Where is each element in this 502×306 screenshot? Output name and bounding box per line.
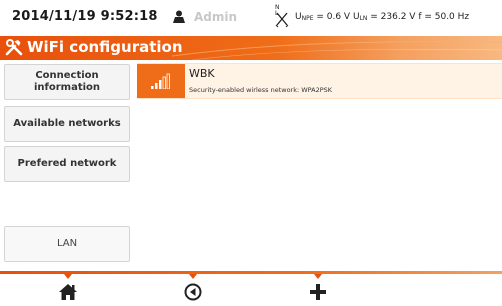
- menu-connection-information[interactable]: Connection information: [4, 64, 130, 100]
- menu-label: Connection information: [33, 70, 101, 93]
- menu-label: Prefered network: [17, 158, 117, 169]
- menu-lan[interactable]: LAN: [4, 226, 130, 262]
- page-title: WiFi configuration: [27, 38, 183, 56]
- footer-divider: [0, 271, 502, 274]
- wifi-signal-icon: [151, 73, 170, 89]
- user-name: Admin: [194, 10, 238, 24]
- menu-label: Available networks: [13, 118, 121, 129]
- back-icon: [184, 283, 202, 301]
- pointer-marker: [189, 274, 197, 279]
- add-icon: [310, 284, 326, 300]
- status-bar: 2014/11/19 9:52:18 Admin N L UNPE = 0.6 …: [0, 0, 502, 36]
- measurement-readout: UNPE = 0.6 V ULN = 236.2 V f = 50.0 Hz: [295, 12, 470, 22]
- nl-connection-icon: N L: [275, 5, 289, 29]
- signal-box: [137, 64, 185, 98]
- menu-prefered-network[interactable]: Prefered network: [4, 146, 130, 182]
- home-icon: [59, 284, 77, 300]
- user-icon: [173, 10, 185, 23]
- network-security: Security-enabled wirless network: WPA2PS…: [189, 86, 333, 94]
- add-button[interactable]: [305, 281, 331, 303]
- network-list-item[interactable]: WBK Security-enabled wirless network: WP…: [137, 63, 502, 99]
- home-button[interactable]: [55, 281, 81, 303]
- pointer-marker: [314, 274, 322, 279]
- back-button[interactable]: [180, 281, 206, 303]
- network-name: WBK: [189, 67, 215, 80]
- title-bar: WiFi configuration: [0, 36, 502, 60]
- menu-available-networks[interactable]: Available networks: [4, 106, 130, 142]
- tools-icon: [5, 39, 23, 56]
- menu-label: LAN: [56, 238, 78, 249]
- pointer-marker: [64, 274, 72, 279]
- title-decoration: [172, 41, 502, 60]
- datetime: 2014/11/19 9:52:18: [12, 9, 158, 24]
- footer-bar: [0, 271, 502, 306]
